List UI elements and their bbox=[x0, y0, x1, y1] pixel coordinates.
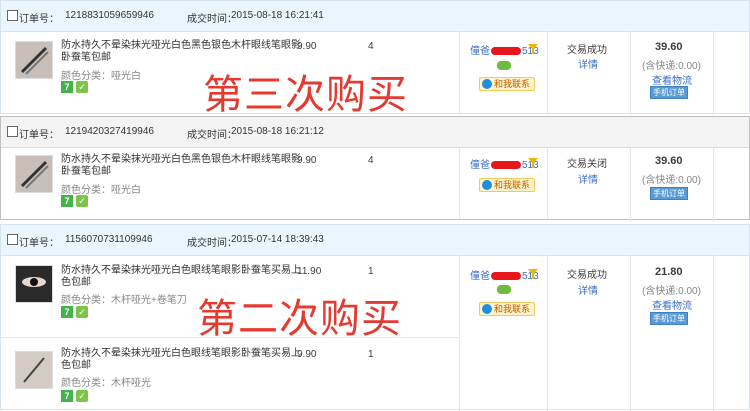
detail-link[interactable]: 详情 bbox=[578, 282, 598, 297]
shipping-fee: (含快递:0.00) bbox=[642, 175, 701, 186]
order-number-label: 订单号： bbox=[19, 238, 59, 249]
unit-price: 11.90 bbox=[297, 266, 322, 277]
filter-icon[interactable] bbox=[528, 158, 538, 168]
mobile-order-badge: 手机订单 bbox=[650, 312, 688, 325]
order-header: 订单号： 1156070731109946 成交时间： 2015-07-14 1… bbox=[1, 225, 749, 256]
product-name[interactable]: 防水持久不晕染抹光哑光白色黑色银色木杆眼线笔眼影卧蚕笔包邮 bbox=[61, 154, 309, 178]
order-number: 1219420327419946 bbox=[65, 126, 154, 137]
seven-day-return-icon[interactable]: 7 bbox=[61, 195, 73, 207]
detail-link[interactable]: 详情 bbox=[578, 56, 598, 71]
order-checkbox[interactable] bbox=[7, 234, 18, 245]
deal-time-label: 成交时间： bbox=[187, 238, 237, 249]
order-header: 订单号： 1218831059659946 成交时间： 2015-08-18 1… bbox=[1, 1, 749, 32]
deal-time: 2015-08-18 16:21:41 bbox=[231, 10, 324, 21]
overlay-second-purchase: 第二次购买 bbox=[197, 296, 402, 342]
wangwang-icon[interactable] bbox=[497, 61, 511, 70]
overlay-third-purchase: 第三次购买 bbox=[203, 72, 408, 118]
trade-status: 交易关闭 bbox=[567, 159, 607, 170]
total-amount: 39.60 bbox=[655, 41, 683, 53]
unit-price: 9.90 bbox=[297, 349, 317, 360]
product-thumbnail[interactable] bbox=[15, 265, 53, 303]
product-color: 颜色分类：哑光白 bbox=[61, 185, 141, 196]
contact-button[interactable]: 和我联系 bbox=[479, 178, 536, 192]
product-color: 颜色分类：木杆哑光 bbox=[61, 378, 151, 389]
order-number: 1156070731109946 bbox=[65, 234, 153, 245]
deal-time-label: 成交时间： bbox=[187, 130, 237, 141]
guarantee-icon[interactable]: ✓ bbox=[76, 81, 88, 93]
seven-day-return-icon[interactable]: 7 bbox=[61, 306, 73, 318]
order-card-2: 订单号： 1219420327419946 成交时间： 2015-08-18 1… bbox=[0, 116, 750, 221]
product-color: 颜色分类：木杆哑光+卷笔刀 bbox=[61, 295, 187, 306]
seven-day-return-icon[interactable]: 7 bbox=[61, 81, 73, 93]
quantity: 1 bbox=[368, 349, 374, 360]
order-header: 订单号： 1219420327419946 成交时间： 2015-08-18 1… bbox=[1, 117, 749, 148]
order-number-label: 订单号： bbox=[19, 130, 59, 141]
product-color: 颜色分类：哑光白 bbox=[61, 71, 141, 82]
detail-link[interactable]: 详情 bbox=[578, 171, 598, 186]
filter-icon[interactable] bbox=[528, 269, 538, 279]
total-amount: 21.80 bbox=[655, 266, 683, 278]
unit-price: 9.90 bbox=[297, 155, 317, 166]
product-thumbnail[interactable] bbox=[15, 155, 53, 193]
guarantee-icon[interactable]: ✓ bbox=[76, 390, 88, 402]
guarantee-icon[interactable]: ✓ bbox=[76, 306, 88, 318]
guarantee-icon[interactable]: ✓ bbox=[76, 195, 88, 207]
product-name[interactable]: 防水持久不晕染抹光哑光白色黑色银色木杆眼线笔眼影卧蚕笔包邮 bbox=[61, 40, 309, 64]
quantity: 4 bbox=[368, 41, 374, 52]
order-number: 1218831059659946 bbox=[65, 10, 154, 21]
view-logistics-link[interactable]: 查看物流 bbox=[652, 297, 692, 312]
total-amount: 39.60 bbox=[655, 155, 683, 167]
product-name[interactable]: 防水持久不晕染抹光哑光白色眼线笔眼影卧蚕笔买易上色包邮 bbox=[61, 348, 309, 372]
mobile-order-badge: 手机订单 bbox=[650, 86, 688, 99]
contact-button[interactable]: 和我联系 bbox=[479, 77, 536, 91]
seven-day-return-icon[interactable]: 7 bbox=[61, 390, 73, 402]
deal-time: 2015-08-18 16:21:12 bbox=[231, 126, 324, 137]
filter-icon[interactable] bbox=[528, 44, 538, 54]
unit-price: 9.90 bbox=[297, 41, 317, 52]
view-logistics-link[interactable]: 查看物流 bbox=[652, 72, 692, 87]
trade-status: 交易成功 bbox=[567, 45, 607, 56]
deal-time: 2015-07-14 18:39:43 bbox=[231, 234, 324, 245]
quantity: 1 bbox=[368, 266, 374, 277]
product-thumbnail[interactable] bbox=[15, 41, 53, 79]
deal-time-label: 成交时间： bbox=[187, 14, 237, 25]
shipping-fee: (含快递:0.00) bbox=[642, 286, 701, 297]
quantity: 4 bbox=[368, 155, 374, 166]
mobile-order-badge: 手机订单 bbox=[650, 187, 688, 200]
contact-button[interactable]: 和我联系 bbox=[479, 302, 536, 316]
trade-status: 交易成功 bbox=[567, 270, 607, 281]
order-checkbox[interactable] bbox=[7, 10, 18, 21]
order-checkbox[interactable] bbox=[7, 126, 18, 137]
order-number-label: 订单号： bbox=[19, 14, 59, 25]
wangwang-icon[interactable] bbox=[497, 285, 511, 294]
shipping-fee: (含快递:0.00) bbox=[642, 61, 701, 72]
product-thumbnail[interactable] bbox=[15, 351, 53, 389]
